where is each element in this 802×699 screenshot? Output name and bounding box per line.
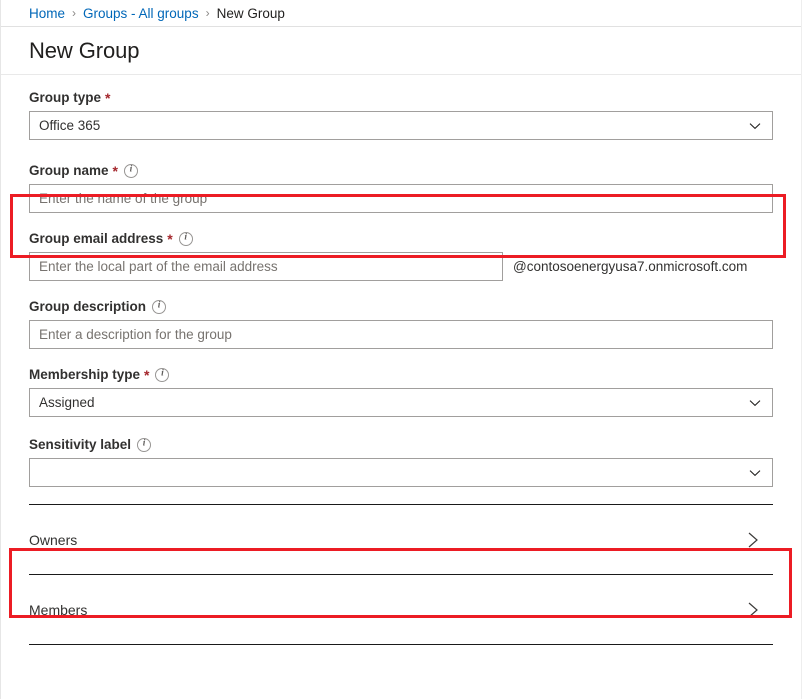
field-membership-type: Membership type * i Assigned xyxy=(1,366,801,417)
group-description-input[interactable] xyxy=(29,320,773,349)
required-asterisk: * xyxy=(167,232,172,246)
new-group-form: Group type * Office 365 Group name * i G… xyxy=(1,89,801,645)
label-sensitivity-label: Sensitivity label i xyxy=(29,436,773,453)
membership-type-selected-value: Assigned xyxy=(39,395,95,410)
email-domain-suffix: @contosoenergyusa7.onmicrosoft.com xyxy=(513,259,747,274)
required-asterisk: * xyxy=(144,368,149,382)
label-group-name-text: Group name xyxy=(29,162,109,179)
field-group-email-address: Group email address * i @contosoenergyus… xyxy=(1,230,801,281)
info-icon[interactable]: i xyxy=(179,232,193,246)
required-asterisk: * xyxy=(113,164,118,178)
group-email-local-part-input[interactable] xyxy=(29,252,503,281)
membership-type-dropdown[interactable]: Assigned xyxy=(29,388,773,417)
breadcrumb-item-home[interactable]: Home xyxy=(29,6,65,21)
field-group-type: Group type * Office 365 xyxy=(1,89,801,140)
group-type-selected-value: Office 365 xyxy=(39,118,100,133)
section-row-owners[interactable]: Owners xyxy=(1,505,801,574)
breadcrumb-item-groups-all-groups[interactable]: Groups - All groups xyxy=(83,6,199,21)
required-asterisk: * xyxy=(105,91,110,105)
breadcrumb-separator-icon: › xyxy=(206,7,210,19)
label-group-description-text: Group description xyxy=(29,298,146,315)
section-label-owners: Owners xyxy=(29,532,77,548)
divider xyxy=(29,644,773,645)
label-group-name: Group name * i xyxy=(29,162,773,179)
field-group-name: Group name * i xyxy=(1,162,801,213)
label-group-email-address: Group email address * i xyxy=(29,230,773,247)
chevron-right-icon xyxy=(745,529,761,551)
chevron-down-icon xyxy=(749,467,761,479)
sensitivity-label-dropdown[interactable] xyxy=(29,458,773,487)
page-title: New Group xyxy=(29,38,139,64)
info-icon[interactable]: i xyxy=(155,368,169,382)
group-name-input[interactable] xyxy=(29,184,773,213)
label-membership-type-text: Membership type xyxy=(29,366,140,383)
group-type-dropdown[interactable]: Office 365 xyxy=(29,111,773,140)
breadcrumb-item-new-group: New Group xyxy=(217,6,285,21)
info-icon[interactable]: i xyxy=(137,438,151,452)
chevron-right-icon xyxy=(745,599,761,621)
breadcrumb-separator-icon: › xyxy=(72,7,76,19)
chevron-down-icon xyxy=(749,397,761,409)
label-group-type-text: Group type xyxy=(29,89,101,106)
label-group-email-address-text: Group email address xyxy=(29,230,163,247)
breadcrumb: Home › Groups - All groups › New Group xyxy=(1,0,801,27)
expandable-sections: Owners Members xyxy=(1,504,801,645)
label-sensitivity-label-text: Sensitivity label xyxy=(29,436,131,453)
info-icon[interactable]: i xyxy=(124,164,138,178)
info-icon[interactable]: i xyxy=(152,300,166,314)
section-label-members: Members xyxy=(29,602,87,618)
field-sensitivity-label: Sensitivity label i xyxy=(1,436,801,487)
label-membership-type: Membership type * i xyxy=(29,366,773,383)
chevron-down-icon xyxy=(749,120,761,132)
field-group-description: Group description i xyxy=(1,298,801,349)
page-header: New Group xyxy=(1,27,801,75)
section-row-members[interactable]: Members xyxy=(1,575,801,644)
label-group-description: Group description i xyxy=(29,298,773,315)
label-group-type: Group type * xyxy=(29,89,773,106)
